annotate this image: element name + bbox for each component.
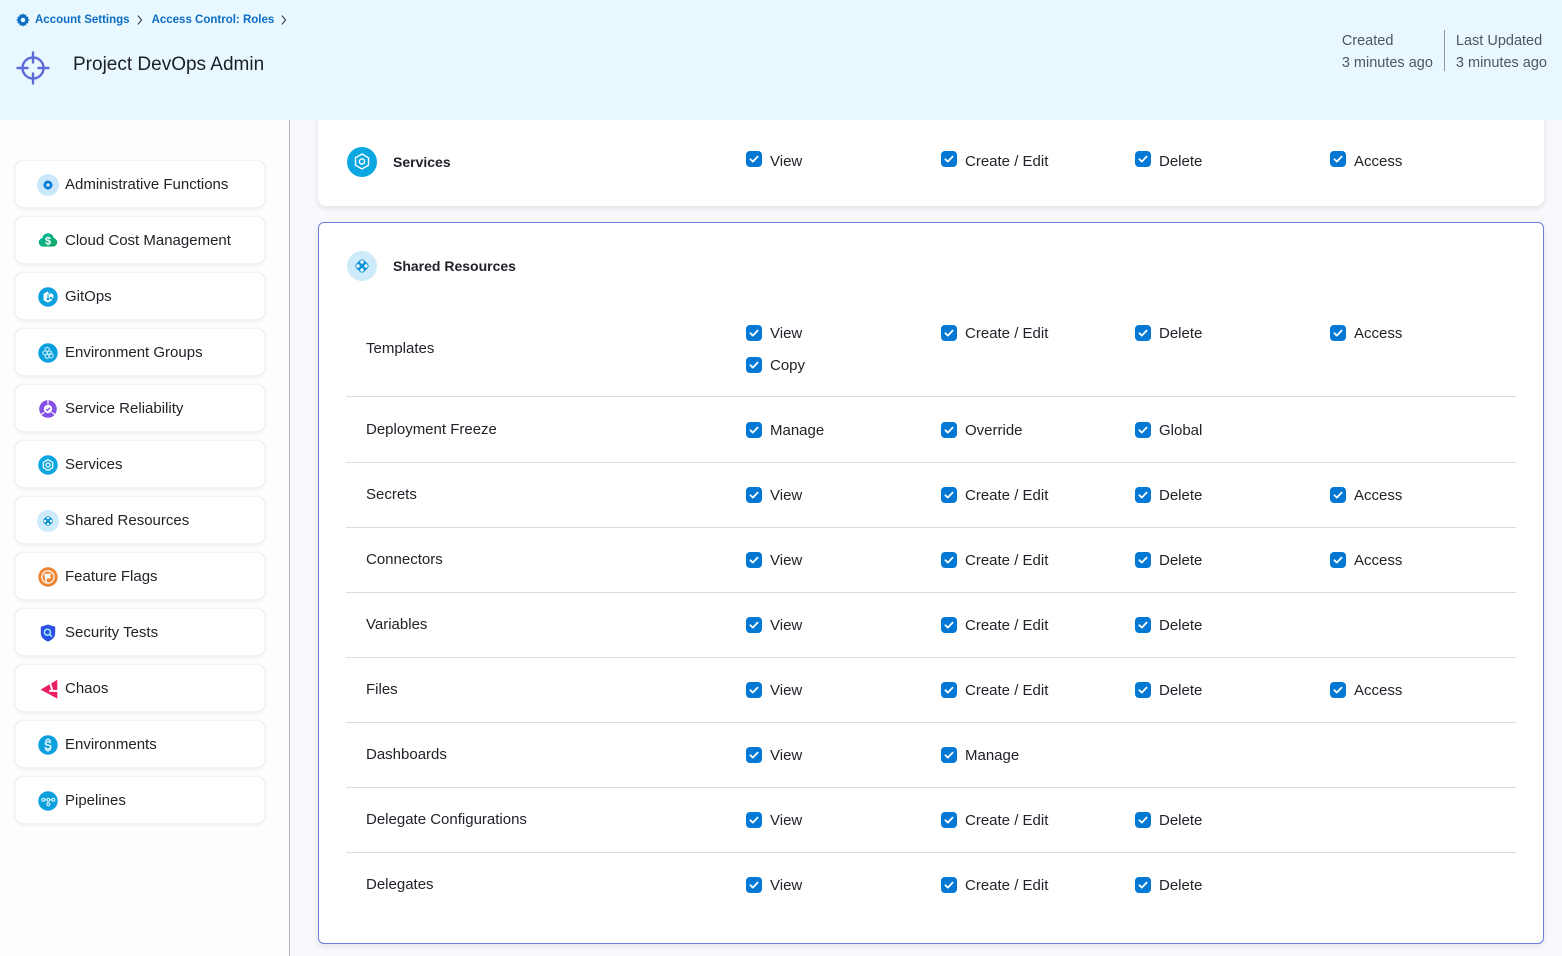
svg-text:$: $	[45, 235, 51, 247]
